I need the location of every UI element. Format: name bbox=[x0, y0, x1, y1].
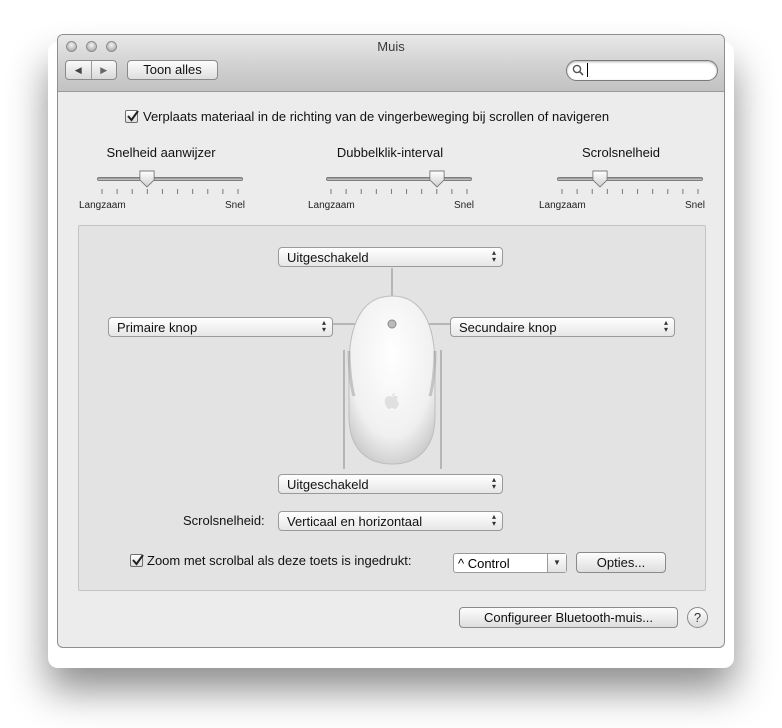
scroll-speed-label: Scrolsnelheid: bbox=[183, 513, 265, 528]
slider-max-label: Snel bbox=[684, 200, 705, 211]
slider-max-label: Snel bbox=[224, 200, 245, 211]
options-button[interactable]: Opties... bbox=[576, 552, 666, 573]
checkmark-icon bbox=[127, 110, 139, 122]
slider-thumb[interactable] bbox=[592, 170, 608, 188]
slider-group: Scrolsnelheid Langzaam Snel bbox=[539, 145, 705, 215]
left-button-popup[interactable]: Primaire knop ▴ ▾ bbox=[108, 317, 333, 337]
help-icon[interactable]: ? bbox=[687, 607, 708, 628]
popup-arrows-icon: ▴ ▾ bbox=[491, 248, 496, 264]
bottom-button-popup[interactable]: Uitgeschakeld ▴ ▾ bbox=[278, 474, 503, 494]
slider-title: Dubbelklik-interval bbox=[336, 145, 444, 160]
left-button-value: Primaire knop bbox=[117, 320, 198, 335]
mouse-buttons-panel: Uitgeschakeld ▴ ▾ Primaire knop ▴ ▾ Secund… bbox=[78, 225, 706, 591]
slider-min-label: Langzaam bbox=[79, 200, 126, 211]
top-button-value: Uitgeschakeld bbox=[287, 250, 369, 265]
show-all-button[interactable]: Toon alles bbox=[127, 60, 218, 80]
slider-track[interactable] bbox=[326, 177, 472, 181]
mouse-diagram bbox=[333, 268, 450, 469]
slider-group: Snelheid aanwijzer Langzaam Snel bbox=[79, 145, 245, 215]
search-input[interactable] bbox=[587, 63, 712, 77]
zoom-label: Zoom met scrolbal als deze toets is inge… bbox=[147, 553, 412, 568]
slider-group: Dubbelklik-interval Langzaam Snel bbox=[308, 145, 474, 215]
scroll-direction-popup[interactable]: Verticaal en horizontaal ▴ ▾ bbox=[278, 511, 503, 531]
preferences-window: Muis ◀ ▶ Toon alles Verplaats materiaal … bbox=[57, 34, 725, 648]
slider-track[interactable] bbox=[557, 177, 703, 181]
checkmark-icon bbox=[132, 554, 144, 566]
scroll-ball bbox=[387, 319, 397, 329]
search-field[interactable] bbox=[566, 60, 718, 81]
zoom-key-combo[interactable]: ^ Control ▼ bbox=[453, 553, 567, 573]
window-title: Muis bbox=[377, 39, 405, 54]
slider-min-label: Langzaam bbox=[539, 200, 586, 211]
right-button-popup[interactable]: Secundaire knop ▴ ▾ bbox=[450, 317, 675, 337]
zoom-key-value: ^ Control bbox=[458, 556, 510, 571]
slider-title: Snelheid aanwijzer bbox=[106, 145, 216, 160]
popup-arrows-icon: ▴ ▾ bbox=[321, 318, 326, 334]
scroll-direction-value: Verticaal en horizontaal bbox=[287, 514, 423, 529]
search-icon bbox=[572, 64, 584, 76]
slider-max-label: Snel bbox=[453, 200, 474, 211]
slider-ticks bbox=[330, 189, 468, 194]
chevron-down-icon[interactable]: ▼ bbox=[547, 554, 566, 572]
zoom-checkbox[interactable] bbox=[130, 554, 144, 567]
slider-thumb[interactable] bbox=[139, 170, 155, 188]
right-button-value: Secundaire knop bbox=[459, 320, 557, 335]
title-bar: Muis ◀ ▶ Toon alles bbox=[58, 35, 724, 92]
bottom-button-value: Uitgeschakeld bbox=[287, 477, 369, 492]
top-button-popup[interactable]: Uitgeschakeld ▴ ▾ bbox=[278, 247, 503, 267]
slider-ticks bbox=[561, 189, 699, 194]
scroll-direction-label: Verplaats materiaal in de richting van d… bbox=[143, 109, 610, 124]
slider-title: Scrolsnelheid bbox=[581, 145, 661, 160]
slider-thumb[interactable] bbox=[429, 170, 445, 188]
popup-arrows-icon: ▴ ▾ bbox=[491, 475, 496, 491]
slider-min-label: Langzaam bbox=[308, 200, 355, 211]
scroll-direction-checkbox[interactable] bbox=[125, 110, 139, 123]
back-forward-control: ◀ ▶ bbox=[65, 60, 117, 80]
popup-arrows-icon: ▴ ▾ bbox=[491, 512, 496, 528]
popup-arrows-icon: ▴ ▾ bbox=[663, 318, 668, 334]
slider-track[interactable] bbox=[97, 177, 243, 181]
back-button[interactable]: ◀ bbox=[66, 61, 92, 79]
slider-ticks bbox=[101, 189, 239, 194]
configure-bluetooth-button[interactable]: Configureer Bluetooth-muis... bbox=[459, 607, 678, 628]
forward-button[interactable]: ▶ bbox=[92, 61, 117, 79]
